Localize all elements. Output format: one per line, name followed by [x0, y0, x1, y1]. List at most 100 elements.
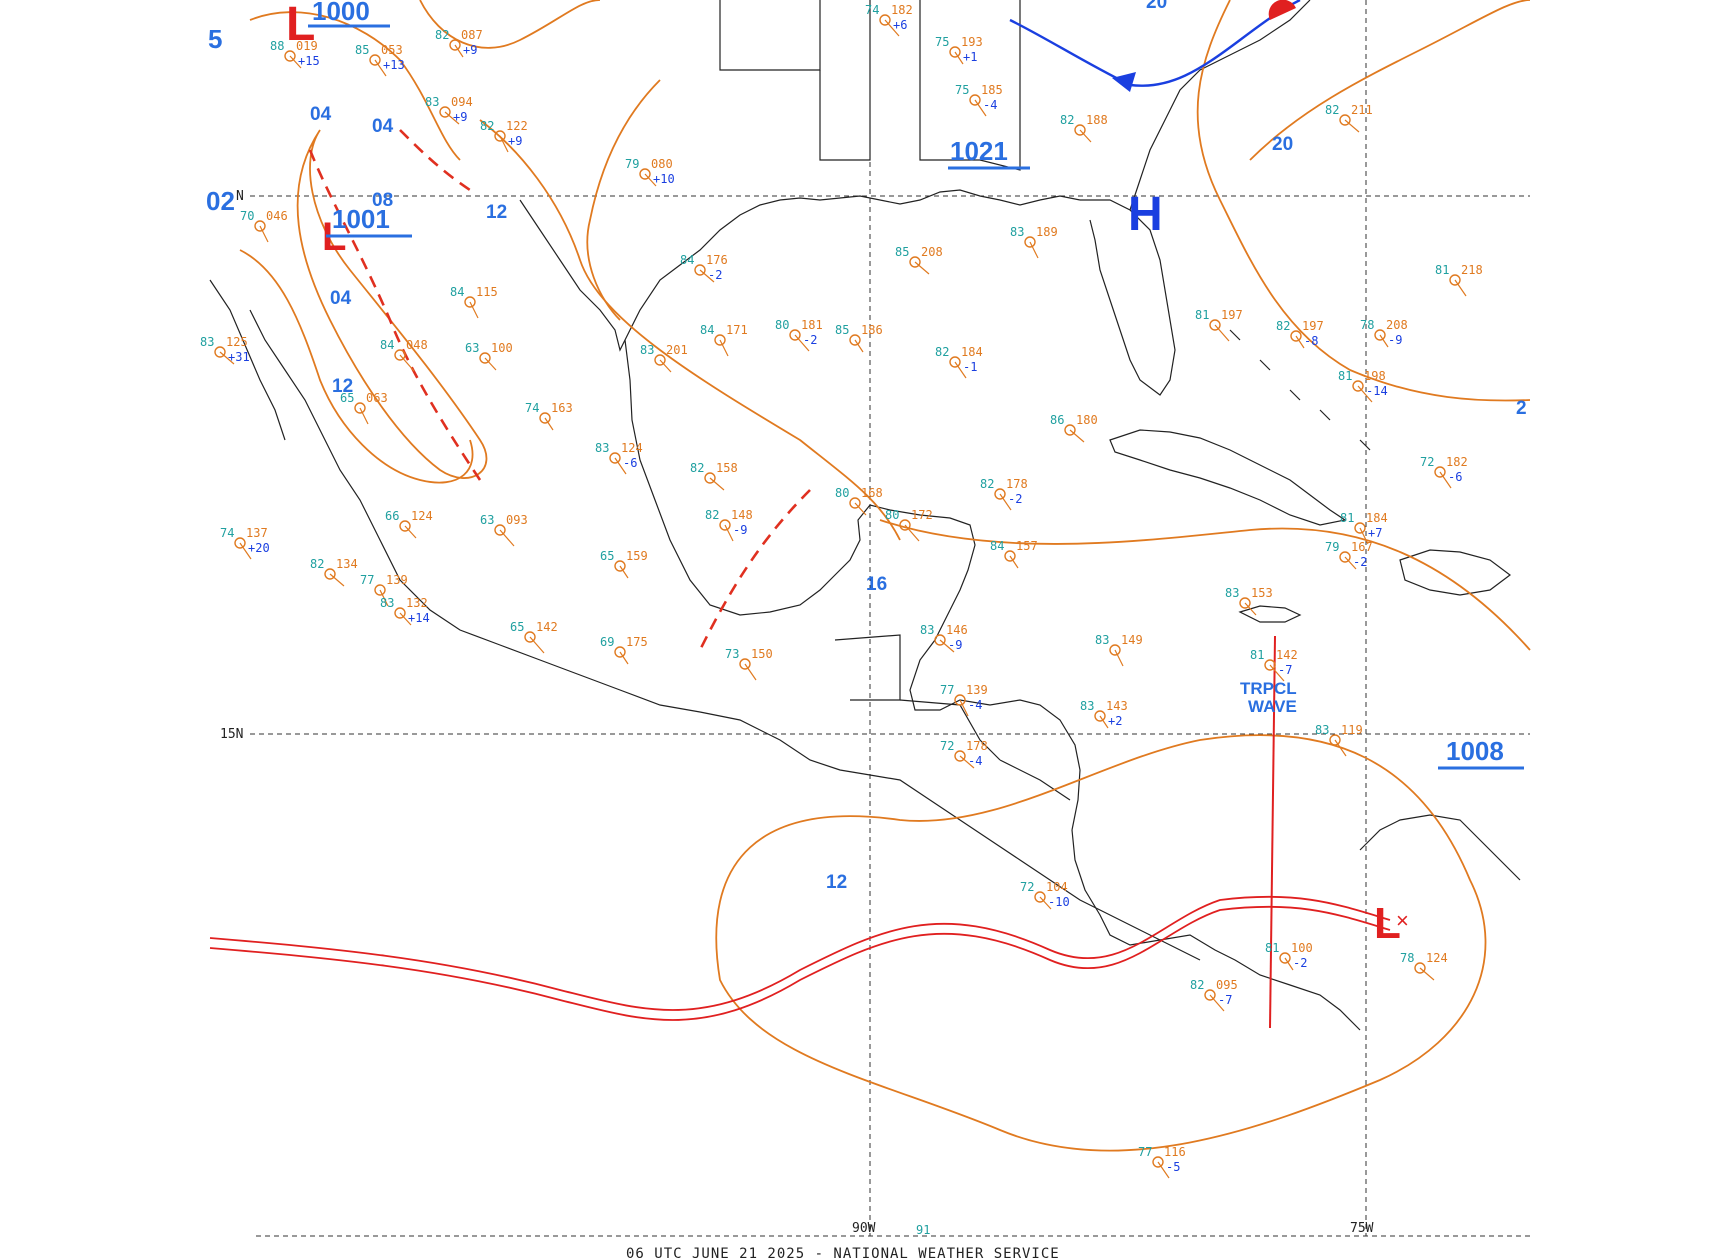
lat-label-15n: 15N [220, 727, 243, 742]
wind-barb [914, 261, 930, 275]
station-temperature: 83 [425, 95, 439, 109]
station-pressure: 124 [411, 509, 433, 523]
station-plot: 82 188 [1060, 113, 1108, 143]
station-temperature: 73 [725, 647, 739, 661]
station-pressure-change: -14 [1366, 384, 1388, 398]
station-pressure: 171 [726, 323, 748, 337]
station-plot: 83 189 [1010, 225, 1058, 259]
station-temperature: 82 [480, 119, 494, 133]
wind-barb [744, 663, 757, 681]
station-temperature: 77 [360, 573, 374, 587]
station-pressure-change: -9 [1388, 333, 1402, 347]
station-temperature: 77 [1138, 1145, 1152, 1159]
station-pressure: 116 [1164, 1145, 1186, 1159]
station-temperature: 74 [525, 401, 539, 415]
station-plot: 75 193+1 [935, 35, 983, 65]
station-pressure: 137 [246, 526, 268, 540]
station-plot: 85 208 [895, 245, 943, 275]
wind-barb [329, 573, 345, 587]
station-temperature: 81 [1340, 511, 1354, 525]
station-temperature: 84 [700, 323, 714, 337]
station-pressure-change: -6 [623, 456, 637, 470]
low-pressure-value-se: 1008 [1446, 736, 1504, 766]
isobar-label: 20 [1146, 0, 1167, 13]
pressure-centers: H 1021 L 1000 L 1001 L × 1008 [286, 0, 1524, 948]
wind-barb [1344, 119, 1360, 133]
station-plot: 69 175 [600, 635, 648, 665]
station-temperature: 75 [935, 35, 949, 49]
station-temperature: 65 [510, 620, 524, 634]
station-temperature: 83 [640, 343, 654, 357]
station-pressure: 201 [666, 343, 688, 357]
station-pressure: 186 [861, 323, 883, 337]
station-pressure: 048 [406, 338, 428, 352]
station-temperature: 83 [1010, 225, 1024, 239]
station-pressure-change: -10 [1048, 895, 1070, 909]
station-plot: 79 080+10 [625, 157, 675, 187]
station-pressure: 168 [861, 486, 883, 500]
station-plot: 82 158 [690, 461, 738, 491]
station-plot: 63 100 [465, 341, 513, 371]
high-pressure-symbol: H [1128, 188, 1163, 241]
station-pressure-change: +31 [228, 350, 250, 364]
isobar-label: 5 [208, 24, 222, 54]
station-pressure: 167 [1351, 540, 1373, 554]
station-pressure: 146 [946, 623, 968, 637]
station-pressure: 181 [801, 318, 823, 332]
station-pressure-change: +9 [453, 110, 467, 124]
station-temperature: 80 [835, 486, 849, 500]
station-pressure-change: +13 [383, 58, 405, 72]
station-pressure: 158 [716, 461, 738, 475]
station-pressure: 153 [1251, 586, 1273, 600]
station-pressure: 125 [226, 335, 248, 349]
station-pressure-change: +9 [463, 43, 477, 57]
station-plot: 70 046 [240, 209, 288, 243]
station-temperature: 81 [1195, 308, 1209, 322]
station-pressure: 139 [966, 683, 988, 697]
station-plot: 83 146-9 [920, 623, 968, 653]
station-pressure: 093 [506, 513, 528, 527]
station-temperature: 81 [1265, 941, 1279, 955]
isobar-label: 02 [206, 186, 235, 216]
station-plot: 77 116-5 [1138, 1145, 1186, 1179]
high-pressure-value: 1021 [950, 136, 1008, 166]
station-pressure-change: -7 [1218, 993, 1232, 1007]
station-temperature: 82 [935, 345, 949, 359]
station-pressure: 172 [911, 508, 933, 522]
station-pressure: 180 [1076, 413, 1098, 427]
station-plot: 82 197-8 [1276, 319, 1324, 349]
station-plot: 82 095-7 [1190, 978, 1238, 1012]
station-temperature: 82 [1325, 103, 1339, 117]
station-pressure: 218 [1461, 263, 1483, 277]
station-pressure: 182 [1446, 455, 1468, 469]
station-plot: 65 063 [340, 391, 388, 425]
station-temperature: 85 [835, 323, 849, 337]
station-pressure-change: +14 [408, 611, 430, 625]
station-temperature: 86 [1050, 413, 1064, 427]
isobar-label: 12 [486, 202, 507, 223]
station-pressure: 197 [1302, 319, 1324, 333]
station-pressure-change: -9 [948, 638, 962, 652]
station-pressure-change: +7 [1368, 526, 1382, 540]
station-plot: 74 163 [525, 401, 573, 431]
station-plot: 65 159 [600, 549, 648, 579]
station-plot: 81 218 [1435, 263, 1483, 297]
station-pressure: 063 [366, 391, 388, 405]
station-plot: 73 150 [725, 647, 773, 681]
station-pressure: 094 [451, 95, 473, 109]
isobar-label: 08 [372, 190, 393, 211]
station-pressure: 176 [706, 253, 728, 267]
station-temperature: 66 [385, 509, 399, 523]
station-temperature: 72 [1420, 455, 1434, 469]
station-temperature: 79 [1325, 540, 1339, 554]
station-temperature: 82 [1060, 113, 1074, 127]
station-temperature: 72 [940, 739, 954, 753]
station-pressure-change: -5 [1166, 1160, 1180, 1174]
lat-label-n: N [236, 189, 244, 204]
cold-front-triangle [1112, 72, 1136, 92]
station-temperature: 80 [885, 508, 899, 522]
station-pressure-change: -1 [963, 360, 977, 374]
wind-barb [854, 502, 867, 516]
wind-barb [904, 524, 920, 542]
station-pressure-change: -4 [983, 98, 997, 112]
